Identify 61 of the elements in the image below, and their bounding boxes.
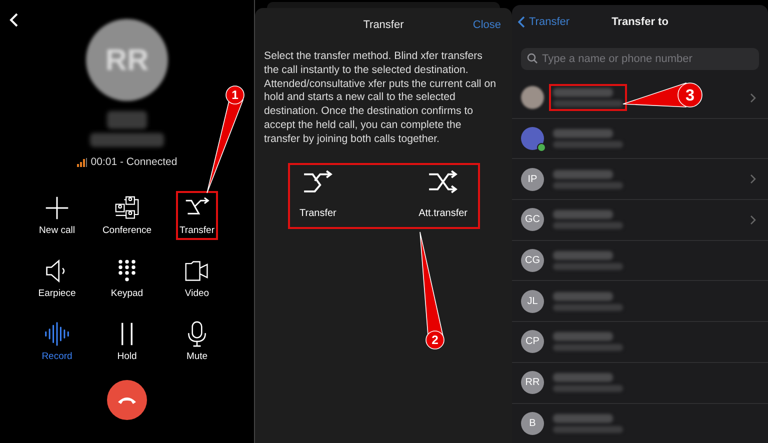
blurred-number — [553, 182, 623, 189]
call-status: 00:01 - Connected — [90, 155, 178, 170]
chevron-right-icon — [750, 92, 756, 103]
blurred-name — [553, 170, 613, 179]
initials-avatar: GC — [521, 208, 544, 232]
initials-avatar: JL — [521, 290, 544, 313]
call-action-button[interactable]: Earpiece — [35, 254, 79, 303]
conference-icon — [114, 194, 140, 221]
call-action-button[interactable]: Hold — [111, 316, 143, 366]
call-action-button[interactable]: Keypad — [108, 254, 146, 303]
initials-avatar: CP — [521, 330, 544, 354]
initials-avatar: CG — [521, 249, 544, 272]
transfer-description: Select the transfer method. Blind xfer transfers the call instantly to the selected destination. Attended/consultative xfer puts the current call on hold and starts a new call to the selected destination. Once the destination confirms to accept the held call, you can complete the transfer by joining both calls together. — [264, 50, 498, 147]
callout-pointer: 3 — [622, 82, 702, 108]
blurred-number — [553, 304, 623, 311]
callout-pointer: 1 — [206, 86, 244, 194]
back-icon — [518, 16, 526, 28]
signal-icon — [76, 158, 87, 168]
search-field[interactable]: Type a name or phone number — [521, 48, 759, 70]
chevron-right-icon — [750, 214, 756, 225]
blurred-name — [553, 292, 613, 301]
blurred-number — [553, 100, 623, 108]
plus-icon — [44, 194, 70, 221]
phone-hangup-icon — [117, 394, 137, 405]
blurred-name — [553, 210, 613, 220]
search-icon — [527, 53, 538, 64]
transfer-method-button[interactable]: Att.transfer — [418, 170, 468, 222]
blurred-number — [553, 426, 623, 433]
blurred-name — [553, 88, 613, 98]
blurred-name — [553, 251, 613, 260]
chevron-right-icon — [750, 174, 756, 184]
back-icon[interactable] — [8, 12, 20, 28]
waveform-icon — [44, 320, 70, 347]
blurred-number — [553, 263, 623, 270]
blurred-number — [553, 141, 623, 148]
transfer-method-button[interactable]: Transfer — [300, 170, 336, 222]
photo-placeholder — [521, 86, 544, 110]
call-action-button[interactable]: Record — [38, 316, 76, 366]
blurred-name — [553, 129, 613, 138]
blurred-name — [553, 332, 613, 342]
blurred-number — [553, 385, 623, 392]
initials-avatar: IP — [521, 168, 544, 191]
blurred-name — [553, 414, 613, 423]
blurred-name — [553, 373, 613, 382]
initials-avatar: RR — [521, 371, 544, 394]
back-button[interactable]: Transfer — [518, 14, 570, 30]
close-button[interactable]: Close — [472, 17, 501, 34]
callout-pointer: 2 — [420, 232, 444, 350]
blurred-number — [553, 222, 623, 230]
call-action-button[interactable]: Video — [181, 254, 213, 303]
blurred-number — [553, 344, 623, 352]
call-action-button[interactable]: Conference — [99, 190, 155, 240]
sheet-title: Transfer — [363, 18, 404, 33]
sheet-title: Transfer to — [612, 14, 668, 30]
initials-avatar: B — [521, 412, 544, 435]
call-action-button[interactable]: Transfer — [176, 190, 218, 240]
contact-avatar: RR — [86, 19, 168, 101]
blurred-number — [107, 111, 147, 129]
call-action-button[interactable]: Mute — [181, 316, 213, 366]
call-action-button[interactable]: New call — [36, 190, 78, 240]
end-call-button[interactable] — [107, 380, 147, 420]
